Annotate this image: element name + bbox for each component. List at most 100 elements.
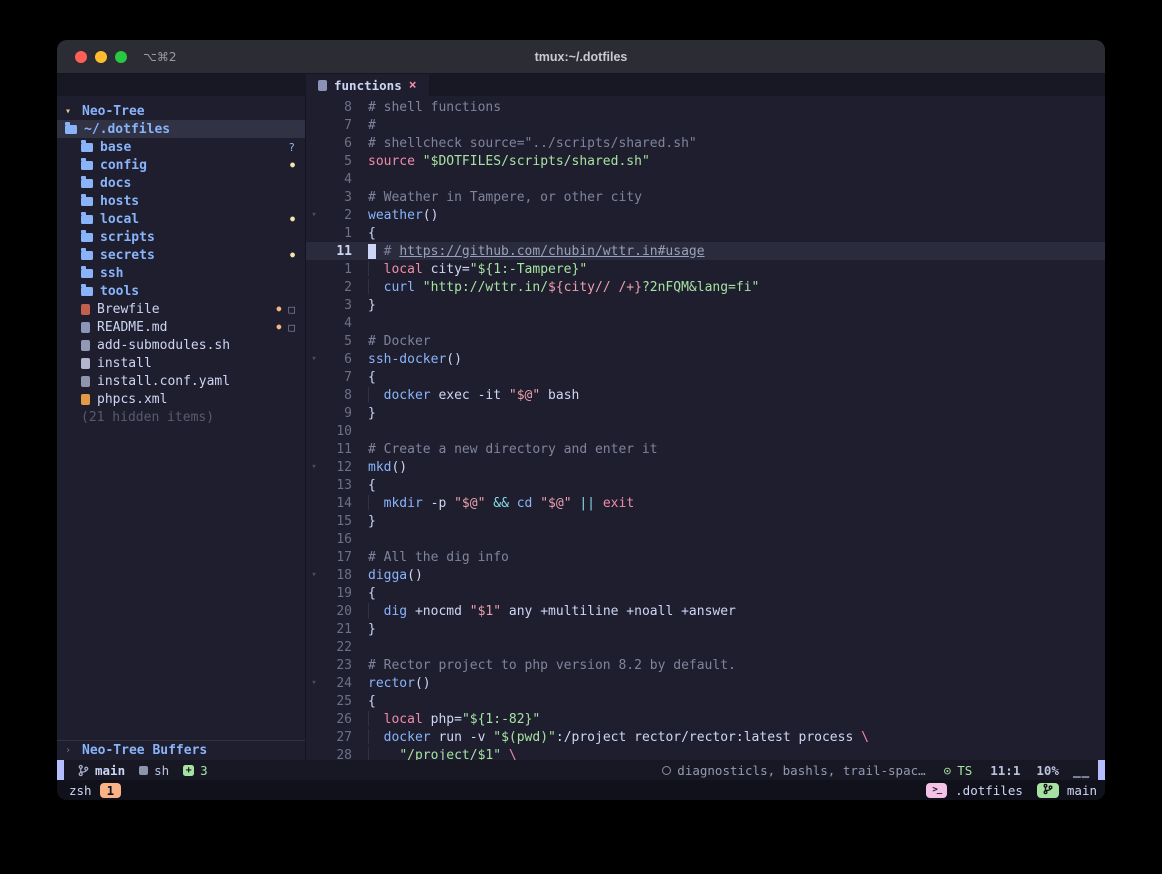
code-line[interactable]: 27▏ docker run -v "$(pwd)":/project rect… (306, 728, 1105, 746)
line-number: 5 (322, 154, 352, 169)
zoom-button[interactable] (115, 51, 127, 63)
folder-icon (81, 287, 93, 296)
code-line[interactable]: 23# Rector project to php version 8.2 by… (306, 656, 1105, 674)
line-number: 8 (322, 388, 352, 403)
line-text: source "$DOTFILES/scripts/shared.sh" (368, 154, 1105, 169)
tree-item-label: secrets (100, 248, 155, 263)
neotree-buffers-header[interactable]: › Neo-Tree Buffers (57, 740, 305, 760)
code-line[interactable]: ▾2weather() (306, 206, 1105, 224)
line-number: 24 (322, 676, 352, 691)
code-line[interactable]: 9} (306, 404, 1105, 422)
line-text: # (368, 118, 1105, 133)
tree-item-secrets[interactable]: secrets● (57, 246, 305, 264)
git-status-badges: ● (290, 215, 295, 223)
code-line[interactable]: 3} (306, 296, 1105, 314)
line-number: 17 (322, 550, 352, 565)
code-line[interactable]: 25{ (306, 692, 1105, 710)
tree-item-hosts[interactable]: hosts (57, 192, 305, 210)
chevron-down-icon: ▾ (65, 106, 75, 117)
git-branch-icon (1043, 783, 1053, 798)
code-line[interactable]: 5 source "$DOTFILES/scripts/shared.sh" (306, 152, 1105, 170)
fold-chevron-icon[interactable]: ▾ (306, 462, 322, 472)
code-line[interactable]: ▾24rector() (306, 674, 1105, 692)
code-line[interactable]: ▾12mkd() (306, 458, 1105, 476)
tree-item-local[interactable]: local● (57, 210, 305, 228)
tmux-window-name[interactable]: zsh (69, 783, 92, 798)
line-number: 6 (322, 352, 352, 367)
code-line[interactable]: 4 (306, 314, 1105, 332)
fold-chevron-icon[interactable]: ▾ (306, 678, 322, 688)
code-line[interactable]: 8▏ docker exec -it "$@" bash (306, 386, 1105, 404)
tree-item-phpcs.xml[interactable]: phpcs.xml (57, 390, 305, 408)
line-number: 7 (322, 370, 352, 385)
tmux-cwd: .dotfiles (955, 783, 1023, 798)
code-line[interactable]: 19{ (306, 584, 1105, 602)
code-line[interactable]: 8# shell functions (306, 98, 1105, 116)
tree-item-config[interactable]: config● (57, 156, 305, 174)
line-text: { (368, 586, 1105, 601)
line-number: 7 (322, 118, 352, 133)
line-text: # shell functions (368, 100, 1105, 115)
code-line[interactable]: 1{ (306, 224, 1105, 242)
code-line[interactable]: 15} (306, 512, 1105, 530)
close-icon[interactable]: × (409, 78, 417, 93)
code-line[interactable]: ▾18digga() (306, 566, 1105, 584)
code-line[interactable]: 22 (306, 638, 1105, 656)
code-line[interactable]: 7# (306, 116, 1105, 134)
code-line[interactable]: 17# All the dig info (306, 548, 1105, 566)
tree-hidden-items-note: (21 hidden items) (57, 408, 305, 426)
code-line[interactable]: 6# shellcheck source="../scripts/shared.… (306, 134, 1105, 152)
line-number: 26 (322, 712, 352, 727)
tree-item-tools[interactable]: tools (57, 282, 305, 300)
folder-icon (81, 215, 93, 224)
close-button[interactable] (75, 51, 87, 63)
line-text: } (368, 514, 1105, 529)
editor[interactable]: 8# shell functions7#6# shellcheck source… (306, 96, 1105, 760)
titlebar[interactable]: ⌥⌘2 tmux:~/.dotfiles (57, 40, 1105, 74)
fold-chevron-icon[interactable]: ▾ (306, 570, 322, 580)
tree-item-install.conf.yaml[interactable]: install.conf.yaml (57, 372, 305, 390)
git-status-badge: □ (288, 322, 295, 333)
code-line[interactable]: 4 (306, 170, 1105, 188)
code-line[interactable]: 20▏ dig +nocmd "$1" any +multiline +noal… (306, 602, 1105, 620)
code-line[interactable]: 26▏ local php="${1:-82}" (306, 710, 1105, 728)
code-line[interactable]: 5# Docker (306, 332, 1105, 350)
tree-item-add-submodules.sh[interactable]: add-submodules.sh (57, 336, 305, 354)
code-line[interactable]: ▾6ssh-docker() (306, 350, 1105, 368)
fold-chevron-icon[interactable]: ▾ (306, 210, 322, 220)
minimize-button[interactable] (95, 51, 107, 63)
neotree-sidebar: ▾ Neo-Tree ~/.dotfiles base?config●docsh… (57, 96, 306, 760)
line-number: 13 (322, 478, 352, 493)
terminal-icon: >_ (932, 785, 941, 795)
fold-chevron-icon[interactable]: ▾ (306, 354, 322, 364)
code-line[interactable]: 11 # https://github.com/chubin/wttr.in#u… (306, 242, 1105, 260)
code-line[interactable]: 16 (306, 530, 1105, 548)
line-number: 18 (322, 568, 352, 583)
tree-item-scripts[interactable]: scripts (57, 228, 305, 246)
neotree-header[interactable]: ▾ Neo-Tree (57, 102, 305, 120)
tree-item-base[interactable]: base? (57, 138, 305, 156)
window-title: tmux:~/.dotfiles (57, 50, 1105, 64)
statusline: main sh + 3 diagnosticls, bashls, trail-… (57, 760, 1105, 780)
code-line[interactable]: 1▏ local city="${1:-Tampere}" (306, 260, 1105, 278)
tmux-window-index-badge[interactable]: 1 (100, 783, 122, 798)
tree-item-Brewfile[interactable]: Brewfile●□ (57, 300, 305, 318)
tree-item-README.md[interactable]: README.md●□ (57, 318, 305, 336)
tree-item-docs[interactable]: docs (57, 174, 305, 192)
code-line[interactable]: 28▏ "/project/$1" \ (306, 746, 1105, 760)
code-line[interactable]: 11# Create a new directory and enter it (306, 440, 1105, 458)
tree-item-ssh[interactable]: ssh (57, 264, 305, 282)
code-line[interactable]: 7{ (306, 368, 1105, 386)
code-line[interactable]: 14▏ mkdir -p "$@" && cd "$@" || exit (306, 494, 1105, 512)
shell-file-icon (81, 340, 90, 351)
tree-item-install[interactable]: install (57, 354, 305, 372)
code-line[interactable]: 10 (306, 422, 1105, 440)
code-line[interactable]: 21} (306, 620, 1105, 638)
tab-label: functions (334, 78, 402, 93)
line-text: { (368, 694, 1105, 709)
tab-functions[interactable]: functions × (306, 74, 429, 96)
code-line[interactable]: 2▏ curl "http://wttr.in/${city// /+}?2nF… (306, 278, 1105, 296)
code-line[interactable]: 3# Weather in Tampere, or other city (306, 188, 1105, 206)
tree-root-dotfiles[interactable]: ~/.dotfiles (57, 120, 305, 138)
code-line[interactable]: 13{ (306, 476, 1105, 494)
